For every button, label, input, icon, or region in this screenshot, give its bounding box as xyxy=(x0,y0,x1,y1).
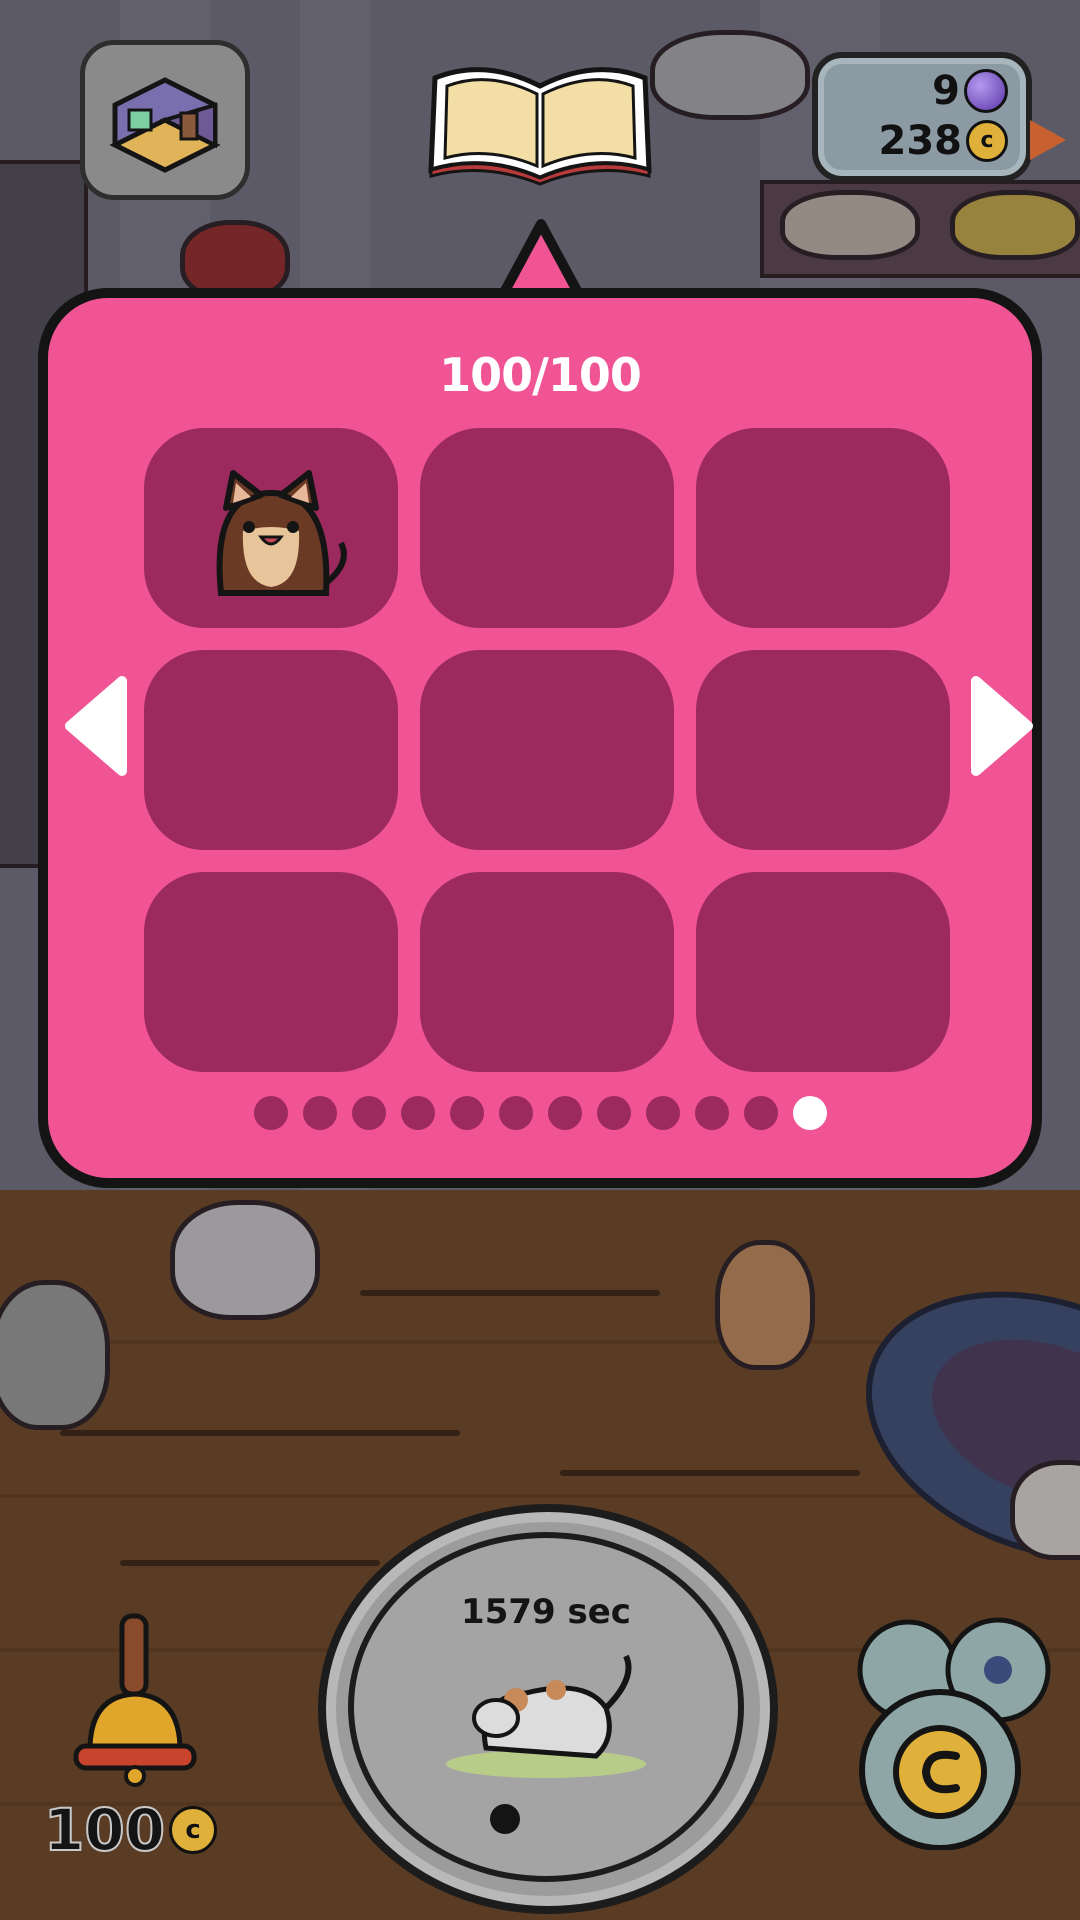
page-dot[interactable] xyxy=(547,1096,582,1130)
cat-slot-grid xyxy=(144,428,950,1072)
currency-panel: 9 238 c xyxy=(812,52,1032,182)
bell-icon xyxy=(73,1613,197,1787)
room-box-icon xyxy=(109,77,221,173)
coin-count: 238 xyxy=(878,118,963,164)
floor-plank-line xyxy=(120,1560,380,1566)
timer-indicator-dot xyxy=(490,1804,520,1834)
page-dot[interactable] xyxy=(498,1096,533,1130)
sleeping-cat xyxy=(780,190,920,260)
page-dot[interactable] xyxy=(596,1096,631,1130)
collection-progress: 100/100 xyxy=(439,348,642,402)
cat-slot-empty[interactable] xyxy=(420,428,674,628)
sleeping-cat xyxy=(650,30,810,120)
page-indicator xyxy=(48,1096,1032,1130)
coin-counter: 238 c xyxy=(878,118,1008,164)
page-dot[interactable] xyxy=(449,1096,484,1130)
room-decor-button[interactable] xyxy=(80,40,250,200)
collection-book-button[interactable] xyxy=(425,58,655,186)
page-dot[interactable] xyxy=(351,1096,386,1130)
cat-slot-empty[interactable] xyxy=(696,872,950,1072)
bell-price-value: 100 xyxy=(43,1795,166,1865)
open-book-icon xyxy=(428,67,652,186)
white-cat xyxy=(170,1200,320,1320)
page-dot[interactable] xyxy=(302,1096,337,1130)
floor-plank-line xyxy=(60,1430,460,1436)
cat-slot-empty[interactable] xyxy=(420,872,674,1072)
next-room-arrow-icon[interactable] xyxy=(1030,120,1066,160)
cat-slot-empty[interactable] xyxy=(696,428,950,628)
brown-bearded-cat-icon xyxy=(216,470,347,596)
shop-button[interactable] xyxy=(848,1600,1068,1851)
next-page-arrow-icon[interactable] xyxy=(956,676,1036,776)
floor-plank-line xyxy=(360,1290,660,1296)
page-dot[interactable] xyxy=(253,1096,288,1130)
collection-popup: 100/100 xyxy=(38,288,1042,1188)
page-dot[interactable] xyxy=(645,1096,680,1130)
prev-page-arrow-icon[interactable] xyxy=(62,676,142,776)
bell-button[interactable] xyxy=(60,1610,210,1790)
page-dot[interactable] xyxy=(400,1096,435,1130)
timer-countdown: 1579 sec xyxy=(461,1592,631,1632)
spotted-cat xyxy=(0,1280,110,1430)
bell-price: 100 c xyxy=(43,1795,218,1865)
coin-icon: c xyxy=(966,120,1008,162)
page-dot[interactable] xyxy=(743,1096,778,1130)
cat-timer-button[interactable]: 1579 sec xyxy=(318,1504,778,1914)
cat-slot-empty[interactable] xyxy=(144,650,398,850)
cat-slot-empty[interactable] xyxy=(696,650,950,850)
cat-slot-filled[interactable] xyxy=(144,428,398,628)
sleeping-cat xyxy=(950,190,1080,260)
page-dot[interactable] xyxy=(792,1096,827,1130)
cat-slot-empty[interactable] xyxy=(144,872,398,1072)
calico-cat-icon xyxy=(446,1654,646,1778)
coin-icon: c xyxy=(169,1806,218,1854)
orange-cat xyxy=(715,1240,815,1370)
coin-shop-icon xyxy=(857,1617,1051,1851)
gem-counter: 9 xyxy=(932,68,1008,114)
gem-icon xyxy=(964,69,1008,113)
cat-slot-empty[interactable] xyxy=(420,650,674,850)
page-dot[interactable] xyxy=(694,1096,729,1130)
timer-face: 1579 sec xyxy=(348,1532,744,1882)
gem-count: 9 xyxy=(932,68,960,114)
floor-plank-line xyxy=(560,1470,860,1476)
